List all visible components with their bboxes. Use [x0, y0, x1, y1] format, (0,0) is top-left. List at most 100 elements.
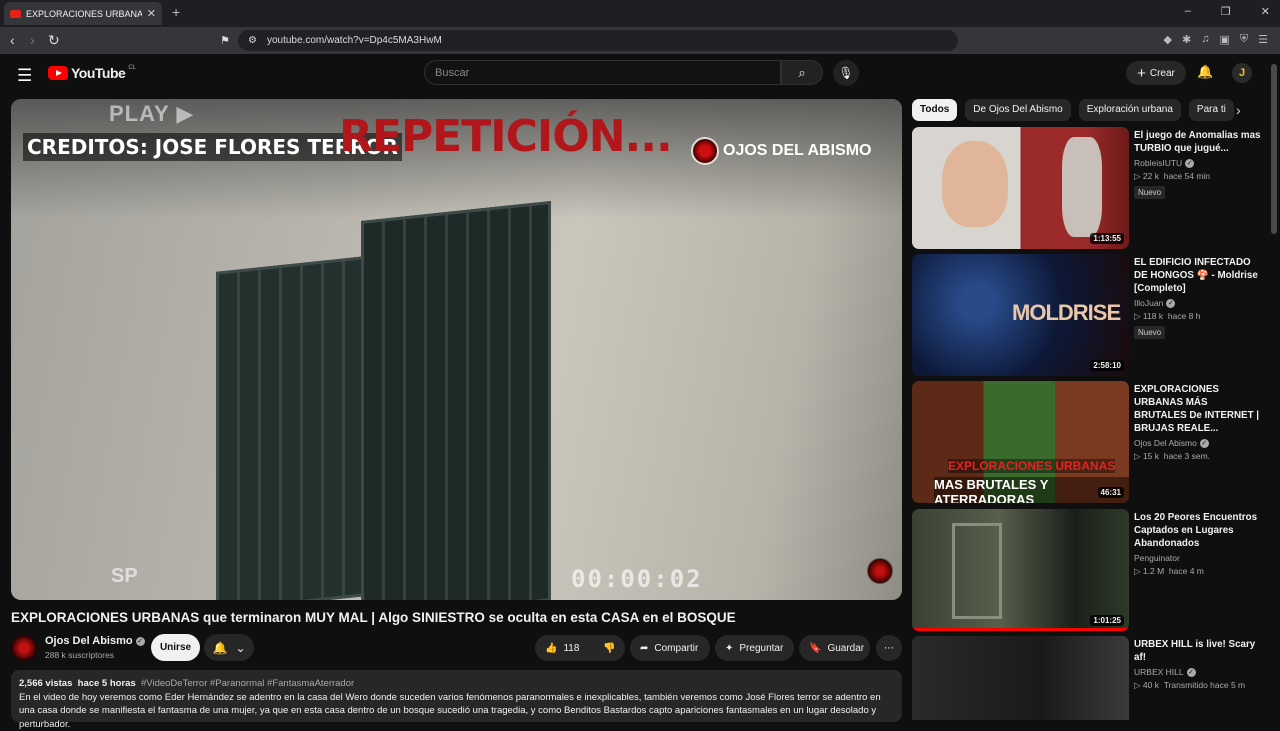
recommendation-views: 15 k [1143, 451, 1159, 461]
video-player[interactable]: PLAY ▶ CREDITOS: JOSE FLORES TERROR REPE… [11, 99, 902, 600]
recommendation-title[interactable]: El juego de Anomalias mas TURBIO que jug… [1134, 129, 1262, 155]
video-thumbnail[interactable] [912, 636, 1129, 720]
ask-label: Preguntar [739, 643, 783, 654]
sidebar-icon[interactable]: ▣ [1219, 33, 1229, 46]
share-button[interactable]: ➦ Compartir [630, 635, 710, 661]
description-text: En el video de hoy veremos como Eder Her… [19, 691, 894, 731]
subscription-bell-button[interactable]: 🔔 ⌄ [204, 634, 254, 661]
channel-avatar[interactable] [11, 635, 37, 661]
new-tab-button[interactable]: + [172, 4, 180, 20]
youtube-header: ☰ YouTube CL Buscar ⌕ 🎙 + Crear 🔔 J [0, 54, 1268, 96]
close-window-icon[interactable]: ✕ [1261, 5, 1270, 18]
window-controls: – ❐ ✕ [1185, 5, 1270, 18]
recommendation-item[interactable]: MOLDRISE 2:58:10 EL EDIFICIO INFECTADO D… [912, 254, 1262, 376]
maximize-icon[interactable]: ❐ [1221, 5, 1231, 18]
like-count: 118 [563, 643, 579, 654]
recommendation-item[interactable]: EXPLORACIONES URBANAS MAS BRUTALES Y ATE… [912, 381, 1262, 503]
recommendation-title[interactable]: URBEX HILL is live! Scary af! [1134, 638, 1262, 664]
recommendation-age: hace 3 sem. [1164, 451, 1210, 461]
video-thumbnail[interactable]: 1:01:25 [912, 509, 1129, 631]
recommendation-item[interactable]: URBEX HILL is live! Scary af! URBEX HILL… [912, 636, 1262, 720]
browser-tabbar: EXPLORACIONES URBANAS ✕ + – ❐ ✕ [0, 0, 1280, 27]
search-input[interactable]: Buscar [424, 60, 781, 85]
address-bar: ‹ › ↻ ⚑ ⚙ youtube.com/watch?v=Dp4c5MA3Hw… [0, 27, 1280, 54]
duration-badge: 46:31 [1098, 487, 1124, 498]
create-button[interactable]: + Crear [1126, 61, 1186, 85]
overlay-timecode: 00:00:02 [571, 565, 703, 593]
voice-search-button[interactable]: 🎙 [833, 60, 859, 86]
channel-name[interactable]: Ojos Del Abismo [45, 635, 133, 647]
recommendation-channel[interactable]: IlloJuan [1134, 298, 1163, 308]
join-button[interactable]: Unirse [151, 634, 200, 661]
shield-icon[interactable]: ⛨ [1240, 33, 1248, 46]
plus-icon: + [1137, 65, 1146, 82]
chip-channel[interactable]: De Ojos Del Abismo [965, 99, 1070, 121]
recommendation-title[interactable]: EL EDIFICIO INFECTADO DE HONGOS 🍄 - Mold… [1134, 256, 1262, 295]
recommendation-channel[interactable]: Ojos Del Abismo [1134, 438, 1197, 448]
thumbs-down-icon[interactable]: 👎 [603, 643, 615, 654]
close-tab-icon[interactable]: ✕ [147, 7, 156, 20]
minimize-icon[interactable]: – [1185, 5, 1191, 18]
like-dislike-button[interactable]: 👍 118 👎 [535, 635, 625, 661]
save-button[interactable]: 🔖 Guardar [799, 635, 870, 661]
hashtags[interactable]: #VideoDeTerror #Paranormal #FantasmaAter… [141, 678, 354, 689]
channel-name-row[interactable]: Ojos Del Abismo ✓ [45, 635, 145, 647]
guide-menu-icon[interactable]: ☰ [17, 66, 32, 86]
verified-check-icon: ✓ [136, 637, 145, 646]
browser-tab[interactable]: EXPLORACIONES URBANAS ✕ [4, 2, 162, 25]
page-scrollbar[interactable] [1268, 54, 1280, 720]
thumbs-up-icon[interactable]: 👍 [545, 643, 557, 654]
recommendation-views: 1.2 M [1143, 566, 1164, 576]
video-thumbnail[interactable]: MOLDRISE 2:58:10 [912, 254, 1129, 376]
overlay-channel-text: OJOS DEL ABISMO [723, 142, 871, 160]
channel-watermark-icon[interactable] [867, 558, 893, 584]
recommendation-channel[interactable]: URBEX HILL [1134, 667, 1184, 677]
recommendation-title[interactable]: EXPLORACIONES URBANAS MÁS BRUTALES De IN… [1134, 383, 1262, 435]
description-box[interactable]: 2,566 vistas hace 5 horas #VideoDeTerror… [11, 670, 902, 722]
recommendation-item[interactable]: 1:13:55 El juego de Anomalias mas TURBIO… [912, 127, 1262, 249]
new-badge: Nuevo [1134, 186, 1165, 199]
search-icon: ⌕ [798, 65, 805, 80]
url-field[interactable]: ⚙ youtube.com/watch?v=Dp4c5MA3HwM [238, 30, 958, 51]
more-dots-icon: ⋯ [884, 643, 894, 654]
recommendation-age: hace 8 h [1168, 311, 1201, 321]
chip-for-you[interactable]: Para ti [1189, 99, 1234, 121]
video-thumbnail[interactable]: EXPLORACIONES URBANAS MAS BRUTALES Y ATE… [912, 381, 1129, 503]
recommendation-title[interactable]: Los 20 Peores Encuentros Captados en Lug… [1134, 511, 1262, 550]
thumbnail-text: EXPLORACIONES URBANAS [948, 459, 1115, 473]
ask-button[interactable]: ✦ Preguntar [715, 635, 794, 661]
recommendation-channel[interactable]: RobleisIUTU [1134, 158, 1182, 168]
search-button[interactable]: ⌕ [781, 60, 823, 85]
puzzle-icon[interactable]: ✱ [1182, 33, 1191, 46]
extension-icon[interactable]: ◆ [1164, 33, 1172, 46]
overlay-play-text: PLAY ▶ [109, 101, 194, 127]
upload-age: hace 5 horas [78, 678, 136, 689]
reload-icon[interactable]: ↻ [48, 32, 60, 49]
chevron-right-icon[interactable]: › [1236, 102, 1241, 118]
thumbnail-text: MOLDRISE [1012, 300, 1120, 326]
back-icon[interactable]: ‹ [10, 32, 15, 48]
music-icon[interactable]: ♫ [1201, 33, 1209, 46]
scrollbar-thumb[interactable] [1271, 64, 1277, 234]
youtube-play-icon [48, 66, 68, 80]
youtube-favicon-icon [10, 10, 21, 18]
user-avatar[interactable]: J [1232, 63, 1252, 83]
more-actions-button[interactable]: ⋯ [876, 635, 902, 661]
bell-icon: 🔔 [212, 641, 227, 655]
recommendation-item[interactable]: 1:01:25 Los 20 Peores Encuentros Captado… [912, 509, 1262, 631]
view-count: 2,566 vistas [19, 678, 72, 689]
chip-exploration[interactable]: Exploración urbana [1079, 99, 1181, 121]
recommendation-channel[interactable]: Penguinator [1134, 553, 1180, 563]
youtube-logo[interactable]: YouTube CL [48, 65, 136, 81]
extensions-toolbar: ◆ ✱ ♫ ▣ ⛨ ☰ [1164, 33, 1268, 46]
chip-todos[interactable]: Todos [912, 99, 957, 121]
menu-icon[interactable]: ☰ [1258, 33, 1268, 46]
notifications-bell-icon[interactable]: 🔔 [1197, 64, 1213, 80]
verified-check-icon: ✓ [1166, 299, 1175, 308]
video-frame-door [361, 201, 551, 600]
bookmark-icon[interactable]: ⚑ [220, 34, 230, 47]
site-info-icon[interactable]: ⚙ [248, 35, 257, 46]
forward-icon[interactable]: › [30, 32, 35, 48]
video-thumbnail[interactable]: 1:13:55 [912, 127, 1129, 249]
eye-logo-icon [691, 137, 719, 165]
